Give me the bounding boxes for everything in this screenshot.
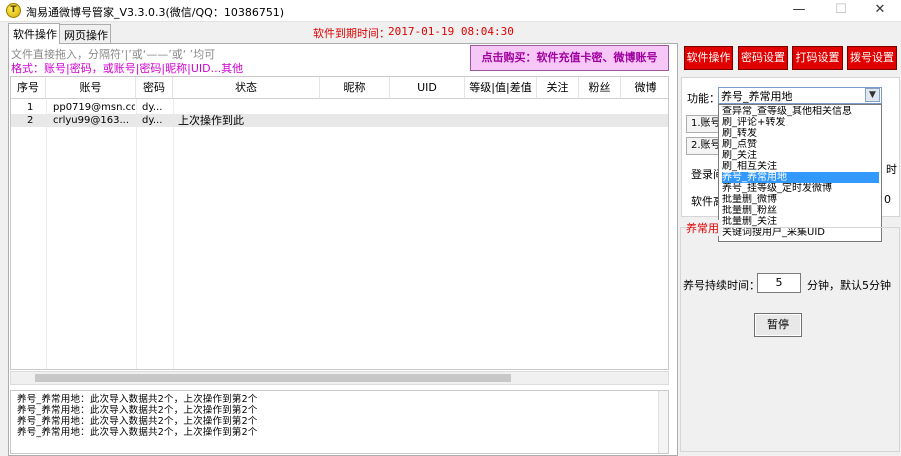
column-header-uid[interactable]: UID [390, 77, 465, 99]
column-header-following[interactable]: 关注 [537, 77, 579, 99]
log-output: 养号_养常用地：此次导入数据共2个，上次操作到第2个 养号_养常用地：此次导入数… [10, 390, 669, 454]
log-line: 养号_养常用地：此次导入数据共2个，上次操作到第2个 [17, 394, 258, 405]
column-divider [46, 99, 47, 369]
dropdown-option[interactable]: 批量删_微博 [722, 194, 879, 205]
expiry-label: 软件到期时间： [313, 27, 390, 40]
log-line: 养号_养常用地：此次导入数据共2个，上次操作到第2个 [17, 427, 258, 438]
column-header-index[interactable]: 序号 [11, 77, 46, 99]
function-label: 功能： [687, 92, 720, 105]
table-cell-password[interactable]: dy... [140, 114, 172, 127]
column-header-level[interactable]: 等级|值|差值 [465, 77, 537, 99]
dropdown-option[interactable]: 养号_挂等级_定时发微博 [722, 183, 879, 194]
log-line: 养号_养常用地：此次导入数据共2个，上次操作到第2个 [17, 405, 258, 416]
dropdown-option[interactable]: 刷_点赞 [722, 139, 879, 150]
captcha-settings-button[interactable]: 打码设置 [792, 46, 843, 70]
dropdown-option[interactable]: 刷_关注 [722, 150, 879, 161]
horizontal-scrollbar[interactable] [10, 371, 669, 385]
column-header-weibo[interactable]: 微博 [621, 77, 668, 99]
minimize-button[interactable]: — [781, 0, 817, 22]
close-button[interactable]: ✕ [862, 0, 898, 22]
tab-software-operation[interactable]: 软件操作 [8, 23, 60, 44]
column-divider [173, 99, 174, 369]
dropdown-option[interactable]: 查异常_查等级_其他相关信息 [722, 106, 879, 117]
dropdown-option[interactable]: 批量删_关注 [722, 216, 879, 227]
tab-web-operation[interactable]: 网页操作 [59, 24, 111, 43]
duration-unit-label: 分钟，默认5分钟 [807, 279, 891, 292]
log-scrollbar[interactable] [658, 391, 668, 453]
table-cell-account[interactable]: crlyu99@163... [51, 114, 135, 127]
time-suffix-label: 时 [886, 163, 897, 176]
dropdown-option[interactable]: 刷_评论+转发 [722, 117, 879, 128]
expiry-value: 2017-01-19 08:04:30 [388, 25, 514, 38]
dropdown-option[interactable]: 刷_转发 [722, 128, 879, 139]
value-label: 0 [884, 193, 891, 206]
app-logo-icon: T [6, 3, 21, 18]
maximize-button[interactable]: ☐ [823, 0, 859, 22]
buy-button[interactable]: 点击购买：软件充值卡密、微博账号 [470, 45, 669, 71]
table-cell-password[interactable]: dy... [140, 101, 172, 114]
log-line: 养号_养常用地：此次导入数据共2个，上次操作到第2个 [17, 416, 258, 427]
chevron-down-icon[interactable]: ▼ [865, 88, 880, 102]
settings-group-label: 养常用 [686, 220, 721, 236]
function-dropdown-list[interactable]: 查异常_查等级_其他相关信息 刷_评论+转发 刷_转发 刷_点赞 刷_关注 刷_… [718, 104, 882, 242]
column-header-status[interactable]: 状态 [173, 77, 320, 99]
dropdown-option[interactable]: 刷_相互关注 [722, 161, 879, 172]
column-divider [136, 99, 137, 369]
password-settings-button[interactable]: 密码设置 [738, 46, 788, 70]
format-hint: 格式：账号|密码，或账号|密码|昵称|UID...其他 [11, 62, 244, 75]
dropdown-option-selected[interactable]: 养号_养常用地 [722, 172, 879, 183]
dropdown-option[interactable]: 批量删_粉丝 [722, 205, 879, 216]
function-select-value[interactable]: 养号_养常用地 [721, 88, 793, 104]
table-cell-index[interactable]: 1 [25, 101, 45, 114]
duration-input[interactable]: 5 [757, 273, 801, 293]
scrollbar-thumb[interactable] [35, 374, 511, 382]
account-table[interactable]: 序号 账号 密码 状态 昵称 UID 等级|值|差值 关注 粉丝 微博 1 pp… [10, 76, 669, 370]
duration-label: 养号持续时间： [683, 279, 760, 292]
settings-group [680, 227, 900, 452]
table-cell-status[interactable] [176, 101, 316, 114]
table-cell-status[interactable]: 上次操作到此 [176, 114, 316, 127]
column-header-account[interactable]: 账号 [46, 77, 136, 99]
dial-settings-button[interactable]: 拨号设置 [847, 46, 897, 70]
software-operation-button[interactable]: 软件操作 [684, 46, 733, 70]
table-cell-account[interactable]: pp0719@msn.com [51, 101, 135, 114]
column-header-nickname[interactable]: 昵称 [320, 77, 390, 99]
pause-button[interactable]: 暂停 [754, 313, 802, 337]
column-header-password[interactable]: 密码 [136, 77, 173, 99]
column-header-fans[interactable]: 粉丝 [579, 77, 621, 99]
window-title: 淘易通微博号管家_V3.3.0.3(微信/QQ：10386751) [26, 6, 285, 19]
table-cell-index[interactable]: 2 [25, 114, 45, 127]
